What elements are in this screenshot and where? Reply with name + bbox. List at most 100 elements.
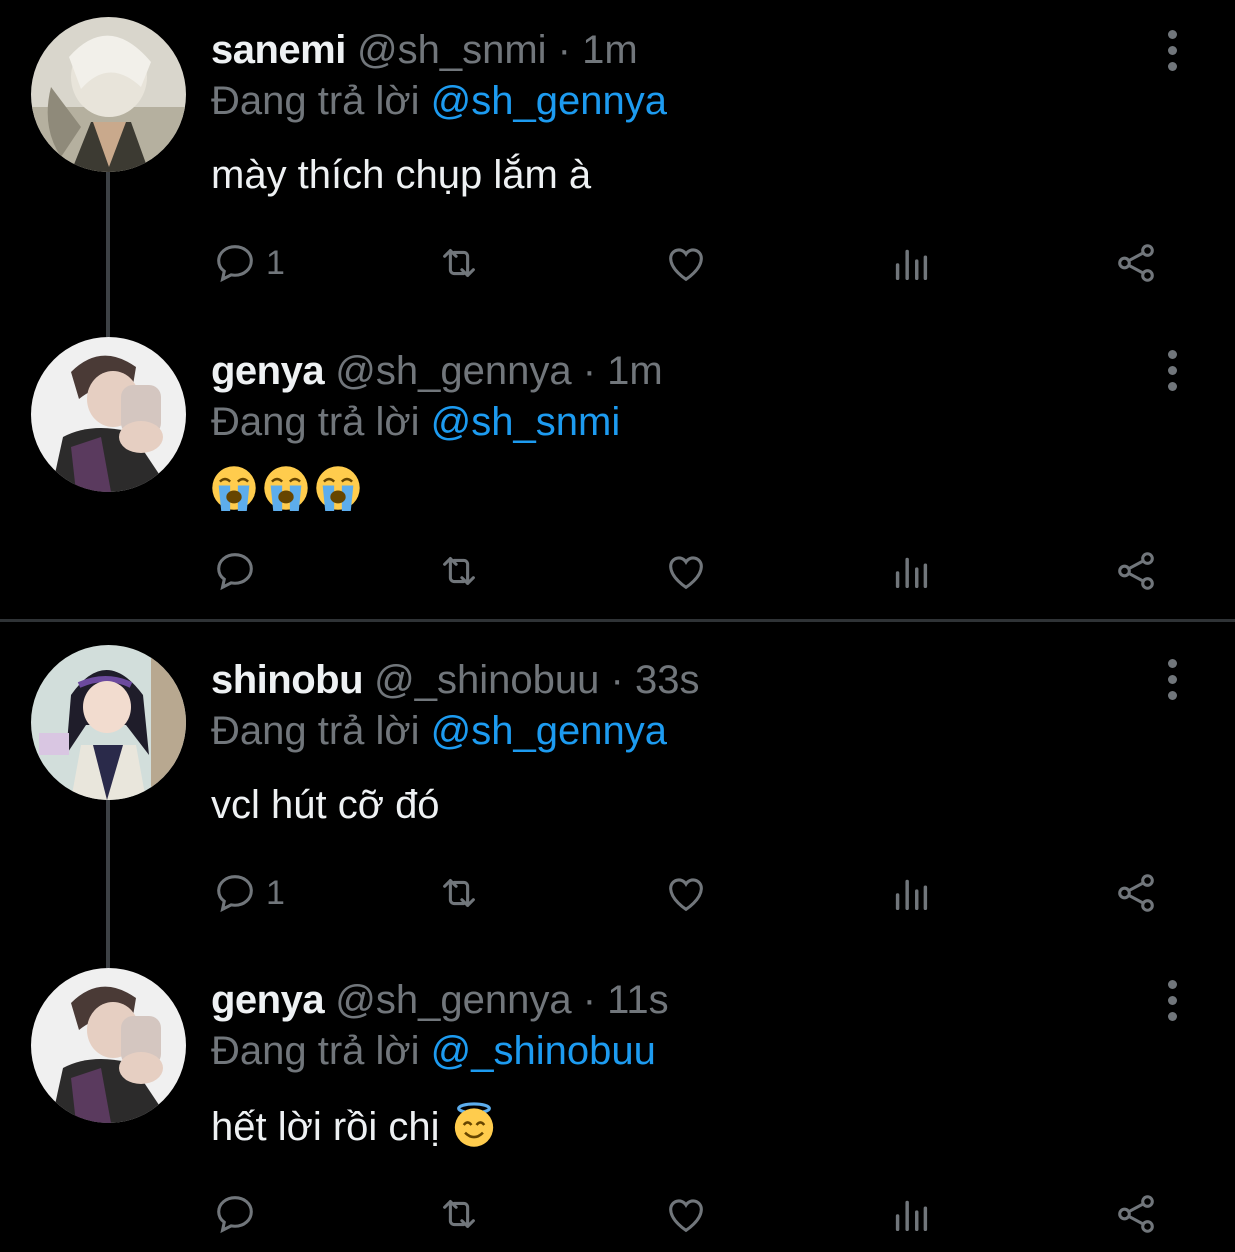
replying-to: Đang trả lời @sh_snmi: [211, 397, 620, 447]
like-button[interactable]: [663, 238, 709, 288]
avatar-image: [31, 337, 186, 492]
views-button[interactable]: [888, 238, 934, 288]
action-bar: [0, 1189, 1235, 1239]
more-vertical-icon[interactable]: [1160, 659, 1184, 707]
heart-icon: [669, 556, 703, 590]
retweet-button[interactable]: [436, 868, 482, 918]
separator-dot: ·: [582, 349, 597, 393]
reply-icon: [217, 553, 253, 591]
views-button[interactable]: [888, 868, 934, 918]
action-bar: 1: [0, 868, 1235, 918]
loudly-crying-face-emoji: [264, 466, 308, 511]
avatar[interactable]: [31, 645, 186, 800]
replying-to-mention[interactable]: @sh_gennya: [431, 709, 667, 753]
retweet-icon: [443, 249, 475, 277]
avatar[interactable]: [31, 17, 186, 172]
replying-to: Đang trả lời @sh_gennya: [211, 76, 667, 126]
timestamp[interactable]: 11s: [607, 978, 669, 1022]
heart-icon: [669, 1199, 703, 1233]
share-icon: [1118, 1195, 1154, 1233]
retweet-icon: [443, 557, 475, 585]
replying-to-label: Đang trả lời: [211, 79, 420, 123]
reply-icon: [217, 875, 253, 913]
retweet-icon: [443, 1200, 475, 1228]
thread-divider: [0, 619, 1235, 622]
replying-to: Đang trả lời @_shinobuu: [211, 1026, 656, 1076]
tweet-header: genya @sh_gennya · 1m: [211, 346, 663, 396]
action-bar: 1: [0, 238, 1235, 288]
user-handle[interactable]: @sh_snmi: [357, 28, 547, 72]
display-name[interactable]: genya: [211, 349, 325, 393]
avatar-image: [31, 17, 186, 172]
replying-to-mention[interactable]: @_shinobuu: [431, 1029, 656, 1073]
share-icon: [1118, 552, 1154, 590]
analytics-icon: [895, 879, 928, 911]
reply-button[interactable]: 1: [212, 868, 285, 918]
display-name[interactable]: sanemi: [211, 28, 346, 72]
user-handle[interactable]: @sh_gennya: [335, 349, 571, 393]
separator-dot: ·: [582, 978, 597, 1022]
reply-count: 1: [266, 873, 285, 912]
reply-button[interactable]: 1: [212, 238, 285, 288]
tweet-text: mày thích chụp lắm à: [211, 153, 592, 197]
views-button[interactable]: [888, 1189, 934, 1239]
reply-button[interactable]: [212, 1189, 258, 1239]
retweet-icon: [443, 879, 475, 907]
reply-icon: [217, 245, 253, 283]
action-bar: [0, 546, 1235, 596]
tweet-header: genya @sh_gennya · 11s: [211, 975, 669, 1025]
user-handle[interactable]: @sh_gennya: [335, 978, 571, 1022]
replying-to-mention[interactable]: @sh_gennya: [431, 79, 667, 123]
more-vertical-icon[interactable]: [1160, 980, 1184, 1028]
separator-dot: ·: [610, 658, 624, 702]
tweet-header: shinobu @_shinobuu · 33s: [211, 655, 699, 705]
retweet-button[interactable]: [436, 546, 482, 596]
retweet-button[interactable]: [436, 238, 482, 288]
timestamp[interactable]: 1m: [582, 28, 638, 72]
replying-to-label: Đang trả lời: [211, 400, 420, 444]
tweet-text: hết lời rồi chị: [211, 1102, 503, 1152]
tweet-text: [211, 465, 367, 515]
smiling-face-with-halo-emoji: [454, 1102, 493, 1147]
share-button[interactable]: [1113, 868, 1159, 918]
share-button[interactable]: [1113, 546, 1159, 596]
timestamp[interactable]: 33s: [635, 658, 700, 702]
replying-to-mention[interactable]: @sh_snmi: [431, 400, 621, 444]
share-button[interactable]: [1113, 1189, 1159, 1239]
like-button[interactable]: [663, 1189, 709, 1239]
replying-to: Đang trả lời @sh_gennya: [211, 706, 667, 756]
display-name[interactable]: shinobu: [211, 658, 364, 702]
replying-to-label: Đang trả lời: [211, 1029, 420, 1073]
avatar-image: [31, 645, 186, 800]
separator-dot: ·: [557, 28, 571, 72]
analytics-icon: [895, 1200, 928, 1232]
reply-button[interactable]: [212, 546, 258, 596]
more-vertical-icon[interactable]: [1160, 350, 1184, 398]
timestamp[interactable]: 1m: [607, 349, 663, 393]
replying-to-label: Đang trả lời: [211, 709, 420, 753]
loudly-crying-face-emoji: [212, 466, 256, 511]
heart-icon: [669, 248, 703, 282]
heart-icon: [669, 878, 703, 912]
share-button[interactable]: [1113, 238, 1159, 288]
display-name[interactable]: genya: [211, 978, 325, 1022]
like-button[interactable]: [663, 868, 709, 918]
avatar[interactable]: [31, 337, 186, 492]
avatar[interactable]: [31, 968, 186, 1123]
share-icon: [1118, 874, 1154, 912]
tweet-text: vcl hút cỡ đó: [211, 783, 440, 827]
reply-icon: [217, 1196, 253, 1234]
views-button[interactable]: [888, 546, 934, 596]
analytics-icon: [895, 249, 928, 281]
loudly-crying-face-emoji: [316, 466, 360, 511]
user-handle[interactable]: @_shinobuu: [374, 658, 599, 702]
reply-count: 1: [266, 243, 285, 282]
analytics-icon: [895, 557, 928, 589]
tweet-text-content: hết lời rồi chị: [211, 1105, 440, 1149]
share-icon: [1118, 244, 1154, 282]
like-button[interactable]: [663, 546, 709, 596]
avatar-image: [31, 968, 186, 1123]
more-vertical-icon[interactable]: [1160, 30, 1184, 78]
tweet-header: sanemi @sh_snmi · 1m: [211, 25, 638, 75]
retweet-button[interactable]: [436, 1189, 482, 1239]
